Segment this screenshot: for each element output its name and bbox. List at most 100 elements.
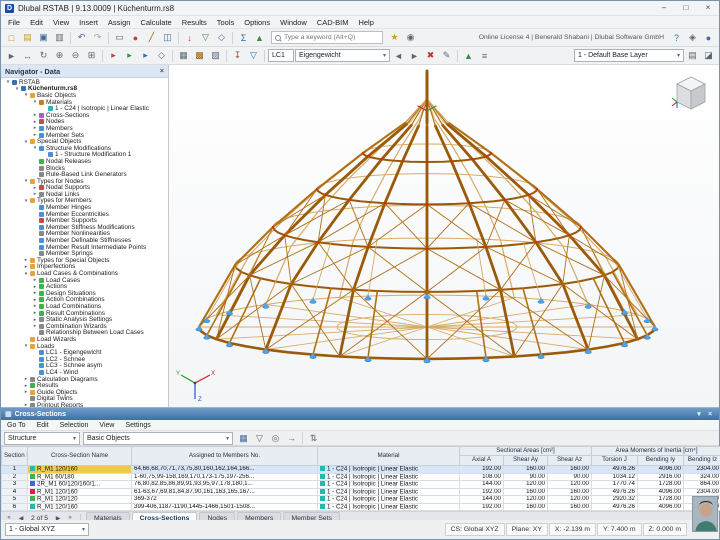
panel-menu-settings[interactable]: Settings	[125, 422, 150, 429]
show-result-diagrams-icon[interactable]: ▲	[461, 49, 476, 63]
table-settings-icon[interactable]: ▦	[236, 431, 251, 445]
view-z-icon[interactable]: ▸	[138, 49, 153, 63]
model-3d[interactable]	[169, 65, 719, 407]
expand-icon[interactable]: ▸	[31, 323, 39, 329]
menu-help[interactable]: Help	[353, 18, 378, 27]
row-number-cell[interactable]: 2	[1, 472, 28, 481]
column-header[interactable]: Axial A	[459, 455, 504, 466]
dock-icon[interactable]: ▾	[694, 410, 704, 418]
value-cell[interactable]: 192.00	[459, 465, 504, 474]
wireframe-display-icon[interactable]: ▦	[176, 49, 191, 63]
panel-header[interactable]: ▦ Cross-Sections ▾ ×	[1, 408, 719, 420]
tree-item-relationship-between-load-cases[interactable]: Relationship Between Load Cases	[1, 329, 168, 336]
result-table-icon[interactable]: ≡	[477, 49, 492, 63]
collapse-icon[interactable]: ▾	[22, 271, 30, 277]
value-cell[interactable]: 160.00	[547, 465, 592, 474]
expand-table-icon[interactable]: ⇅	[306, 431, 321, 445]
expand-icon[interactable]: ▸	[31, 317, 39, 323]
select-objects-icon[interactable]: ▭	[112, 31, 127, 45]
title-bar[interactable]: D Dlubal RSTAB | 9.13.0009 | Küchenturm.…	[1, 1, 719, 16]
print-icon[interactable]: ▥	[52, 31, 67, 45]
menu-results[interactable]: Results	[177, 18, 212, 27]
minimize-button[interactable]: –	[653, 1, 675, 15]
table-filter-select[interactable]: Basic Objects ▾	[83, 431, 233, 445]
collapse-icon[interactable]: ▾	[4, 79, 12, 85]
value-cell[interactable]: 4976.26	[591, 502, 638, 511]
assigned-members-cell[interactable]: 1-60,75,99-158,169,170,173-175,197-256..…	[131, 472, 318, 481]
zoom-out-icon[interactable]: ⊖	[68, 49, 83, 63]
value-cell[interactable]: 1728.00	[637, 480, 684, 489]
favorites-icon[interactable]: ★	[387, 31, 402, 45]
expand-icon[interactable]: ▸	[31, 290, 39, 296]
snapshot-icon[interactable]: ◉	[403, 31, 418, 45]
collapse-icon[interactable]: ▾	[13, 86, 21, 92]
expand-icon[interactable]: ▸	[31, 132, 39, 138]
value-cell[interactable]: 4976.26	[591, 487, 638, 496]
tree-item-rstab[interactable]: ▾ RSTAB	[1, 79, 168, 86]
navigator-close-icon[interactable]: ×	[160, 68, 164, 75]
collapse-icon[interactable]: ▾	[22, 198, 30, 204]
section-name-cell[interactable]: R_M1 60/180	[27, 472, 132, 481]
viewport-3d[interactable]: X Y Z	[169, 65, 719, 407]
material-cell[interactable]: 1 - C24 | Isotropic | Linear Elastic	[317, 465, 460, 474]
export-table-icon[interactable]: →	[284, 431, 299, 445]
column-header[interactable]: Cross-Section Name	[27, 446, 132, 466]
zoom-in-icon[interactable]: ⊕	[52, 49, 67, 63]
show-loads-icon[interactable]: ↧	[230, 49, 245, 63]
table-row[interactable]: 5 R_M1 120/120 369-372 1 - C24 | Isotropic …	[1, 495, 720, 504]
collapse-icon[interactable]: ▾	[22, 139, 30, 145]
assigned-members-cell[interactable]: 399-406,1187-1190,1445-1466,1501-1508...	[131, 502, 318, 511]
new-support-icon[interactable]: ▽	[198, 31, 213, 45]
table-row[interactable]: 6 R_M1 120/160 399-406,1187-1190,1445-1466…	[1, 502, 720, 511]
collapse-icon[interactable]: ▾	[31, 145, 39, 151]
value-cell[interactable]: 2304.00	[683, 487, 720, 496]
menu-view[interactable]: View	[48, 18, 74, 27]
value-cell[interactable]: 160.00	[503, 465, 548, 474]
view-x-icon[interactable]: ▸	[106, 49, 121, 63]
expand-icon[interactable]: ▸	[22, 389, 30, 395]
layer-settings-icon[interactable]: ▤	[685, 49, 700, 63]
tree-item-load-cases[interactable]: ▸ Load Cases	[1, 277, 168, 284]
tree-item-k-chenturm-rs8[interactable]: ▾ Küchenturm.rs8	[1, 85, 168, 92]
tree-item-types-for-special-objects[interactable]: ▸ Types for Special Objects	[1, 257, 168, 264]
value-cell[interactable]: 120.00	[547, 480, 592, 489]
expand-icon[interactable]: ▸	[31, 185, 39, 191]
filter-rows-icon[interactable]: ▽	[252, 431, 267, 445]
user-account-icon[interactable]: ●	[701, 31, 716, 45]
orbit-view-icon[interactable]: ↻	[36, 49, 51, 63]
tree-item-nodes[interactable]: ▸ Nodes	[1, 118, 168, 125]
close-panel-icon[interactable]: ×	[705, 411, 715, 418]
row-number-cell[interactable]: 5	[1, 495, 28, 504]
delete-loadcase-icon[interactable]: ✖	[423, 49, 438, 63]
value-cell[interactable]: 120.00	[503, 495, 548, 504]
material-cell[interactable]: 1 - C24 | Isotropic | Linear Elastic	[317, 487, 460, 496]
new-model-icon[interactable]: □	[4, 31, 19, 45]
value-cell[interactable]: 108.00	[459, 472, 504, 481]
search-table-icon[interactable]: ◎	[268, 431, 283, 445]
expand-icon[interactable]: ▸	[31, 310, 39, 316]
value-cell[interactable]: 120.00	[547, 495, 592, 504]
section-name-cell[interactable]: R_M1 120/160	[27, 487, 132, 496]
value-cell[interactable]: 160.00	[547, 502, 592, 511]
tree-item-rule-based-link-generators[interactable]: Rule-Based Link Generators	[1, 171, 168, 178]
value-cell[interactable]: 4096.00	[637, 502, 684, 511]
menu-assign[interactable]: Assign	[103, 18, 136, 27]
section-name-cell[interactable]: R_M1 120/160	[27, 502, 132, 511]
user-avatar[interactable]	[692, 496, 718, 532]
tree-item-results[interactable]: ▸ Results	[1, 382, 168, 389]
menu-cad-bim[interactable]: CAD-BIM	[312, 18, 354, 27]
tree-item-basic-objects[interactable]: ▾ Basic Objects	[1, 92, 168, 99]
value-cell[interactable]: 864.00	[683, 480, 720, 489]
menu-edit[interactable]: Edit	[25, 18, 48, 27]
new-section-icon[interactable]: ◫	[160, 31, 175, 45]
value-cell[interactable]: 2920.32	[591, 495, 638, 504]
collapse-icon[interactable]: ▾	[22, 92, 30, 98]
undo-icon[interactable]: ↶	[74, 31, 89, 45]
table-row[interactable]: 4 R_M1 120/160 61-63,67,69,81,84,87,90,161…	[1, 487, 720, 496]
section-name-cell[interactable]: 2R_M1 60/120/160/1...	[27, 480, 132, 489]
save-icon[interactable]: ▣	[36, 31, 51, 45]
expand-icon[interactable]: ▸	[31, 297, 39, 303]
value-cell[interactable]: 2304.00	[683, 465, 720, 474]
tree-item-member-sets[interactable]: ▸ Member Sets	[1, 132, 168, 139]
new-load-icon[interactable]: ↓	[182, 31, 197, 45]
